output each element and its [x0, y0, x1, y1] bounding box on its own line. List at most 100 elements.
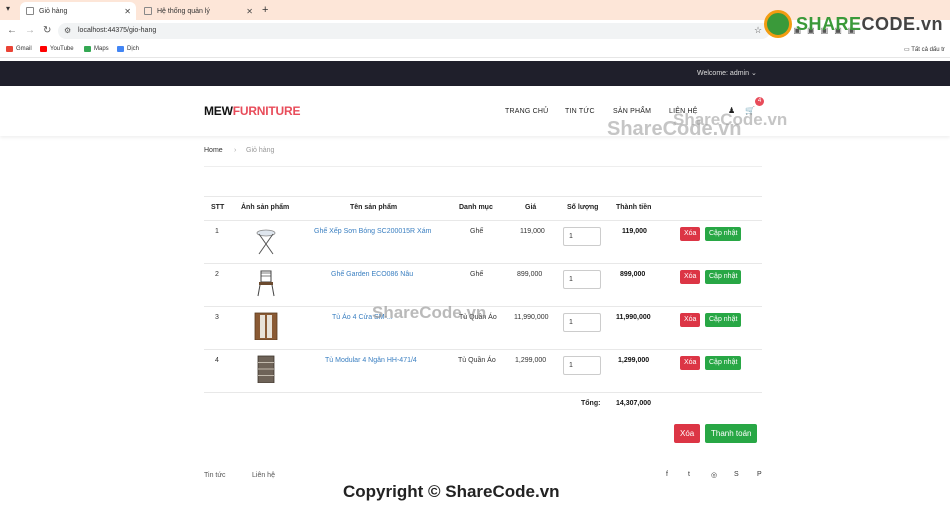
total-label: Tổng:	[581, 400, 601, 407]
maps-icon	[84, 46, 91, 52]
row-total: 1,299,000	[618, 357, 650, 364]
product-name-link[interactable]: Ghế Xếp Sơn Bóng SC200015R Xám	[314, 228, 431, 235]
product-image-wardrobe	[254, 312, 278, 340]
row-category: Ghế	[470, 271, 484, 278]
logo-text-main: SHARE	[796, 13, 862, 34]
skype-icon[interactable]: S	[734, 471, 739, 478]
row-price: 899,000	[517, 271, 543, 278]
browser-tab-admin[interactable]: Hệ thống quản lý ✕	[138, 2, 258, 20]
reload-icon[interactable]: ↻	[43, 25, 51, 36]
bookmark-translate[interactable]: Dịch	[117, 46, 139, 52]
update-button[interactable]: Cập nhật	[705, 356, 742, 370]
row-price: 119,000	[520, 228, 545, 235]
bookmark-gmail[interactable]: Gmail	[6, 46, 32, 52]
checkout-button[interactable]: Thanh toán	[705, 424, 758, 443]
delete-button[interactable]: Xóa	[680, 227, 701, 241]
footer-link-contact[interactable]: Liên hệ	[252, 472, 275, 479]
row-price: 1,299,000	[515, 357, 547, 364]
watermark-text: ShareCode.vn	[673, 110, 788, 129]
quantity-input[interactable]: 1	[563, 227, 601, 246]
bookmark-youtube[interactable]: YouTube	[40, 46, 74, 52]
sharecode-logo: SHARECODE.vn	[764, 10, 943, 38]
total-value: 14,307,000	[616, 400, 652, 407]
table-border	[204, 349, 762, 350]
page-favicon-icon	[144, 7, 152, 15]
youtube-icon	[40, 46, 47, 52]
breadcrumb-separator-icon: ›	[234, 147, 237, 154]
all-bookmarks[interactable]: ▭ Tất cả dấu tr	[904, 46, 945, 53]
table-border	[204, 196, 762, 197]
nav-news[interactable]: TIN TỨC	[565, 108, 595, 115]
pinterest-icon[interactable]: P	[757, 471, 762, 478]
divider	[204, 166, 762, 167]
product-image-modular-cabinet	[257, 355, 275, 383]
breadcrumb-home[interactable]: Home	[204, 147, 223, 154]
site-info-icon[interactable]: ⚙	[64, 26, 71, 35]
update-button[interactable]: Cập nhật	[705, 313, 742, 327]
nav-home[interactable]: TRANG CHỦ	[505, 108, 548, 115]
welcome-user-menu[interactable]: Welcome: admin ⌄	[697, 69, 757, 77]
update-button[interactable]: Cập nhật	[705, 227, 742, 241]
site-topbar	[0, 61, 950, 86]
row-stt: 3	[215, 314, 219, 321]
logo-text-suffix: CODE.vn	[861, 13, 944, 34]
address-bar[interactable]	[58, 23, 770, 39]
quantity-input[interactable]: 1	[563, 356, 601, 375]
delete-button[interactable]: Xóa	[680, 356, 701, 370]
row-total: 899,000	[620, 271, 646, 278]
nav-products[interactable]: SẢN PHẨM	[613, 108, 651, 115]
translate-icon	[117, 46, 124, 52]
cart-count-badge: 4	[755, 97, 764, 106]
table-border	[204, 220, 762, 221]
col-header-total: Thành tiền	[616, 204, 652, 211]
delete-button[interactable]: Xóa	[680, 270, 701, 284]
tab-title: Hệ thống quản lý	[157, 7, 210, 15]
col-header-stt: STT	[211, 204, 225, 211]
bookmarks-bar	[0, 42, 950, 58]
logo-emblem-icon	[764, 10, 792, 38]
col-header-name: Tên sản phẩm	[350, 204, 398, 211]
product-name-link[interactable]: Ghế Garden ECO086 Nâu	[331, 271, 413, 278]
col-header-qty: Số lượng	[567, 204, 599, 211]
quantity-input[interactable]: 1	[563, 270, 601, 289]
chevron-down-icon: ⌄	[750, 70, 757, 77]
back-icon[interactable]: ←	[7, 25, 17, 36]
table-border	[204, 392, 762, 393]
table-border	[204, 263, 762, 264]
facebook-icon[interactable]: f	[666, 471, 668, 478]
row-stt: 1	[215, 228, 219, 235]
twitter-icon[interactable]: t	[688, 471, 690, 478]
delete-button[interactable]: Xóa	[680, 313, 701, 327]
row-category: Ghế	[470, 228, 484, 235]
clear-cart-button[interactable]: Xóa	[674, 424, 701, 443]
url-text[interactable]: localhost:44375/gio-hang	[78, 27, 156, 34]
product-image-garden-chair	[257, 270, 275, 297]
product-name-link[interactable]: Tủ Modular 4 Ngăn HH-471/4	[325, 357, 417, 364]
site-logo[interactable]: MEWFURNITURE	[204, 104, 300, 118]
tab-list-icon[interactable]: ▾	[6, 4, 10, 13]
row-total: 11,990,000	[616, 314, 651, 321]
row-total: 119,000	[622, 228, 647, 235]
col-header-image: Ảnh sản phẩm	[241, 204, 290, 211]
close-icon[interactable]: ✕	[246, 7, 253, 16]
breadcrumb-current: Giỏ hàng	[246, 147, 275, 154]
bookmark-maps[interactable]: Maps	[84, 46, 109, 52]
close-icon[interactable]: ✕	[124, 7, 131, 16]
brand-dark: MEW	[204, 104, 233, 118]
row-stt: 4	[215, 357, 219, 364]
col-header-price: Giá	[525, 204, 537, 211]
instagram-icon[interactable]: ◎	[711, 471, 717, 479]
forward-icon[interactable]: →	[25, 25, 35, 36]
copyright-watermark: Copyright © ShareCode.vn	[343, 482, 560, 501]
browser-tab-cart[interactable]: Giỏ hàng ✕	[20, 2, 136, 20]
update-button[interactable]: Cập nhật	[705, 270, 742, 284]
tab-title: Giỏ hàng	[39, 7, 68, 15]
quantity-input[interactable]: 1	[563, 313, 601, 332]
footer-link-news[interactable]: Tin tức	[204, 472, 226, 479]
watermark-text: ShareCode.vn	[372, 303, 487, 322]
bookmark-star-icon[interactable]: ☆	[754, 25, 762, 36]
page-favicon-icon	[26, 7, 34, 15]
new-tab-icon[interactable]: +	[262, 4, 268, 16]
row-price: 11,990,000	[514, 314, 549, 321]
brand-accent: FURNITURE	[232, 104, 301, 118]
